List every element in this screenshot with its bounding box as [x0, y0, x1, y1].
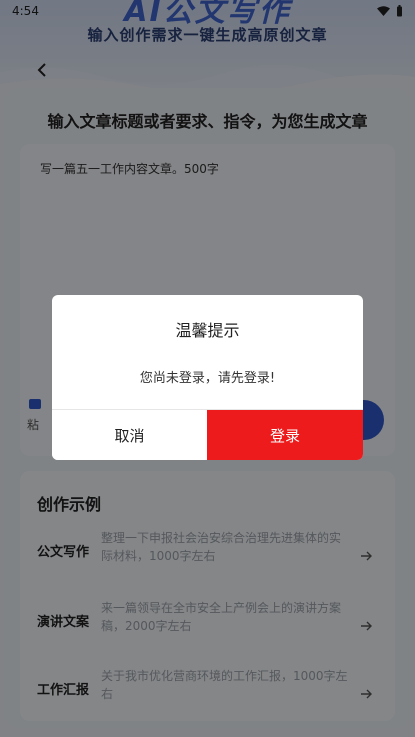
dialog-message: 您尚未登录，请先登录!: [139, 371, 276, 386]
dialog-title: 温馨提示: [175, 321, 240, 340]
login-button[interactable]: 登录: [207, 410, 363, 460]
login-prompt-dialog: 温馨提示 您尚未登录，请先登录! 取消 登录: [52, 295, 363, 460]
cancel-button[interactable]: 取消: [52, 410, 207, 460]
